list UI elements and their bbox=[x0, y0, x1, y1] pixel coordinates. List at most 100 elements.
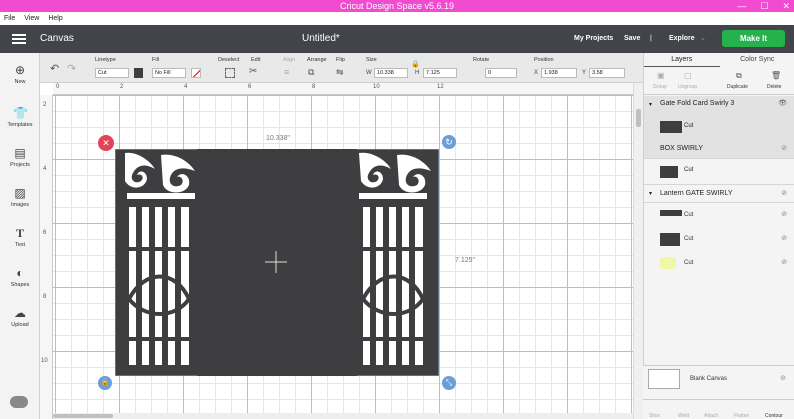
redo-icon[interactable]: ↷ bbox=[67, 62, 76, 75]
slice-button[interactable]: Slice bbox=[649, 413, 660, 419]
eye-hidden-icon[interactable]: ⊘ bbox=[781, 144, 787, 152]
sidebar-item-upload[interactable]: ☁ Upload bbox=[0, 306, 40, 328]
ruler-tick: 6 bbox=[43, 230, 47, 236]
arrange-icon[interactable]: ⧉ bbox=[308, 67, 314, 78]
tab-color-sync[interactable]: Color Sync bbox=[720, 53, 794, 67]
explore-dropdown[interactable]: Explore bbox=[669, 25, 695, 53]
menu-view[interactable]: View bbox=[24, 12, 39, 25]
sidebar-item-label: Text bbox=[14, 242, 26, 248]
sidebar-item-new[interactable]: ⊕ New bbox=[0, 63, 40, 85]
layer-item[interactable]: Cut ⊘ bbox=[644, 253, 794, 275]
ungroup-icon[interactable]: ▢ bbox=[684, 71, 692, 80]
group-icon[interactable]: ▣ bbox=[657, 71, 665, 80]
sidebar-item-shapes[interactable]: ◐ Shapes bbox=[0, 266, 40, 288]
attach-button[interactable]: Attach bbox=[704, 413, 718, 419]
collapse-icon[interactable]: ▾ bbox=[649, 190, 652, 197]
layer-group[interactable]: ▾ Lantern GATE SWIRLY ⊘ bbox=[644, 185, 794, 203]
x-label: X bbox=[534, 70, 539, 76]
duplicate-button[interactable]: Duplicate bbox=[727, 84, 748, 90]
delete-button[interactable]: Delete bbox=[767, 84, 781, 90]
x-input[interactable]: 1.938 bbox=[541, 68, 577, 78]
y-value: 3.58 bbox=[592, 70, 603, 76]
ungroup-button[interactable]: Ungroup bbox=[678, 84, 697, 90]
undo-icon[interactable]: ↶ bbox=[50, 62, 59, 75]
y-input[interactable]: 3.58 bbox=[589, 68, 625, 78]
layer-thumbnail bbox=[660, 257, 676, 269]
layer-group-name: BOX SWIRLY bbox=[660, 145, 704, 152]
layer-item[interactable]: Cut ⊘ bbox=[644, 229, 794, 251]
trash-icon[interactable]: 🗑 bbox=[771, 71, 781, 80]
horizontal-ruler: 0 2 4 6 8 10 12 bbox=[53, 83, 633, 95]
save-link[interactable]: Save bbox=[624, 25, 640, 53]
flip-icon[interactable]: ⇋ bbox=[336, 67, 344, 78]
document-title[interactable]: Untitled* bbox=[302, 25, 340, 53]
sidebar-item-projects[interactable]: ▤ Projects bbox=[0, 146, 40, 168]
shapes-icon: ◐ bbox=[16, 266, 24, 280]
width-dimension: 10.338" bbox=[266, 135, 290, 142]
layer-operation: Cut bbox=[684, 123, 694, 129]
layer-group[interactable]: BOX SWIRLY ⊘ Cut bbox=[644, 140, 794, 185]
maximize-button[interactable]: ☐ bbox=[760, 0, 768, 12]
eye-hidden-icon[interactable]: ⊘ bbox=[781, 210, 787, 218]
my-projects-link[interactable]: My Projects bbox=[574, 25, 613, 53]
linetype-label: Linetype bbox=[95, 57, 116, 63]
scissors-icon[interactable]: ✂ bbox=[249, 66, 257, 77]
lock-aspect-icon[interactable]: 🔒 bbox=[98, 376, 112, 390]
scroll-thumb[interactable] bbox=[53, 414, 113, 418]
delete-object-icon[interactable]: ✕ bbox=[98, 135, 114, 151]
tab-layers[interactable]: Layers bbox=[644, 53, 720, 67]
minimize-button[interactable]: — bbox=[737, 0, 746, 12]
canvas-vertical-scrollbar[interactable] bbox=[633, 83, 643, 419]
weld-button[interactable]: Weld bbox=[678, 413, 689, 419]
flatten-button[interactable]: Flatten bbox=[734, 413, 749, 419]
height-input[interactable]: 7.125 bbox=[423, 68, 457, 78]
canvas-horizontal-scrollbar[interactable] bbox=[53, 413, 633, 419]
sidebar-item-text[interactable]: T Text bbox=[0, 226, 40, 248]
eye-icon[interactable]: 👁 bbox=[778, 99, 787, 107]
eye-hidden-icon[interactable]: ⊘ bbox=[780, 374, 786, 382]
make-it-button[interactable]: Make It bbox=[722, 30, 785, 47]
sidebar-item-templates[interactable]: 👕 Templates bbox=[0, 106, 40, 128]
chat-icon[interactable] bbox=[10, 396, 28, 408]
align-icon[interactable]: ≡ bbox=[284, 67, 289, 77]
collapse-icon[interactable]: ▾ bbox=[649, 101, 652, 108]
hamburger-menu-icon[interactable] bbox=[12, 34, 26, 44]
rotate-input[interactable]: 0 bbox=[485, 68, 517, 78]
deselect-icon[interactable] bbox=[225, 68, 235, 78]
ruler-tick: 10 bbox=[373, 84, 380, 90]
menu-file[interactable]: File bbox=[4, 12, 15, 25]
fill-select[interactable]: No Fill bbox=[152, 68, 186, 78]
text-icon: T bbox=[15, 226, 24, 240]
blank-canvas-swatch[interactable] bbox=[648, 369, 680, 389]
menu-help[interactable]: Help bbox=[48, 12, 62, 25]
fill-none-swatch[interactable] bbox=[191, 68, 201, 78]
scroll-thumb[interactable] bbox=[636, 109, 641, 127]
eye-hidden-icon[interactable]: ⊘ bbox=[781, 258, 787, 266]
rotate-object-icon[interactable]: ↻ bbox=[442, 135, 456, 149]
width-input[interactable]: 10.338 bbox=[374, 68, 408, 78]
sidebar-item-label: Shapes bbox=[10, 282, 30, 288]
layer-item[interactable]: Cut ⊘ bbox=[644, 205, 794, 227]
duplicate-icon[interactable]: ⧉ bbox=[736, 71, 742, 81]
eye-hidden-icon[interactable]: ⊘ bbox=[781, 234, 787, 242]
gate-fold-card-design[interactable] bbox=[115, 149, 439, 376]
lock-icon[interactable]: 🔒 bbox=[411, 60, 420, 68]
menu-bar: File View Help bbox=[0, 12, 794, 25]
resize-object-icon[interactable]: ⤡ bbox=[442, 376, 456, 390]
eye-hidden-icon[interactable]: ⊘ bbox=[781, 189, 787, 197]
arrange-label: Arrange bbox=[307, 57, 327, 63]
ruler-tick: 4 bbox=[184, 84, 188, 90]
close-window-button[interactable]: ✕ bbox=[782, 0, 790, 12]
ruler-tick: 2 bbox=[120, 84, 124, 90]
linetype-select[interactable]: Cut bbox=[95, 68, 129, 78]
ruler-tick: 8 bbox=[43, 294, 47, 300]
width-value: 10.338 bbox=[377, 70, 394, 76]
contour-button[interactable]: Contour bbox=[765, 413, 783, 419]
vertical-ruler: 2 4 6 8 10 bbox=[40, 95, 53, 419]
chevron-down-icon[interactable]: ⌄ bbox=[700, 25, 706, 53]
linetype-color-swatch[interactable] bbox=[134, 68, 143, 78]
layer-actions: ▣ Group ▢ Ungroup ⧉ Duplicate 🗑 Delete bbox=[644, 67, 794, 95]
group-button[interactable]: Group bbox=[653, 84, 667, 90]
design-canvas[interactable]: 0 2 4 6 8 10 12 2 4 6 8 10 10.338" 7.125… bbox=[40, 83, 633, 419]
sidebar-item-images[interactable]: ▨ Images bbox=[0, 186, 40, 208]
